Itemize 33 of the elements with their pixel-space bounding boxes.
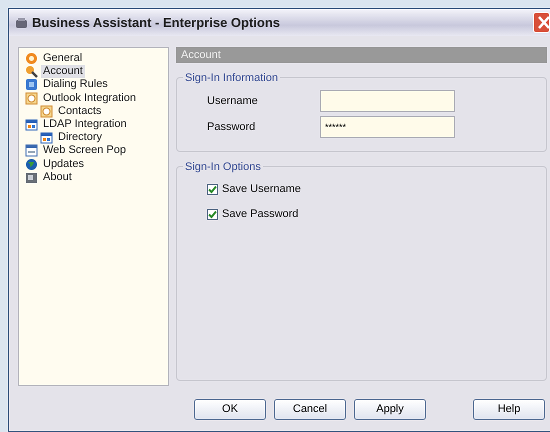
field-label: Username — [207, 94, 259, 109]
app-icon — [15, 16, 28, 28]
help-button[interactable]: Help — [473, 399, 545, 420]
group-title: Sign-In Options — [183, 159, 263, 176]
apply-button[interactable]: Apply — [354, 399, 426, 420]
window-icon — [25, 144, 38, 158]
input-field[interactable]: ****** — [320, 116, 455, 138]
checkbox[interactable] — [207, 184, 218, 195]
sidebar-item[interactable]: Web Screen Pop — [41, 144, 128, 158]
group-title: Sign-In Information — [183, 70, 280, 86]
input-field[interactable] — [320, 90, 455, 112]
panel-header: Account — [176, 47, 547, 63]
sidebar-item[interactable]: Dialing Rules — [41, 78, 110, 92]
directory-icon — [25, 118, 38, 132]
globe-icon — [25, 158, 38, 171]
cancel-button[interactable]: Cancel — [274, 399, 346, 420]
sidebar-item[interactable]: Account — [41, 65, 85, 78]
field-label: Password — [207, 120, 256, 135]
sidebar-item[interactable]: General — [41, 52, 84, 66]
checkbox-label: Save Password — [222, 207, 298, 222]
sidebar-item[interactable]: About — [41, 170, 74, 184]
sidebar-item[interactable]: Outlook Integration — [41, 92, 138, 105]
window-title: Business Assistant - Enterprise Options — [32, 14, 280, 32]
sidebar-item[interactable]: LDAP Integration — [41, 118, 129, 132]
sidebar-item[interactable]: Directory — [56, 131, 104, 144]
ok-button[interactable]: OK — [194, 399, 266, 420]
directory-icon — [40, 131, 53, 144]
sidebar-item[interactable]: Contacts — [56, 104, 104, 118]
checkbox-label: Save Username — [222, 182, 301, 198]
sidebar-item[interactable]: Updates — [41, 158, 86, 171]
gear-icon — [25, 52, 38, 66]
checkbox[interactable] — [207, 209, 218, 220]
close-button[interactable] — [533, 12, 550, 33]
